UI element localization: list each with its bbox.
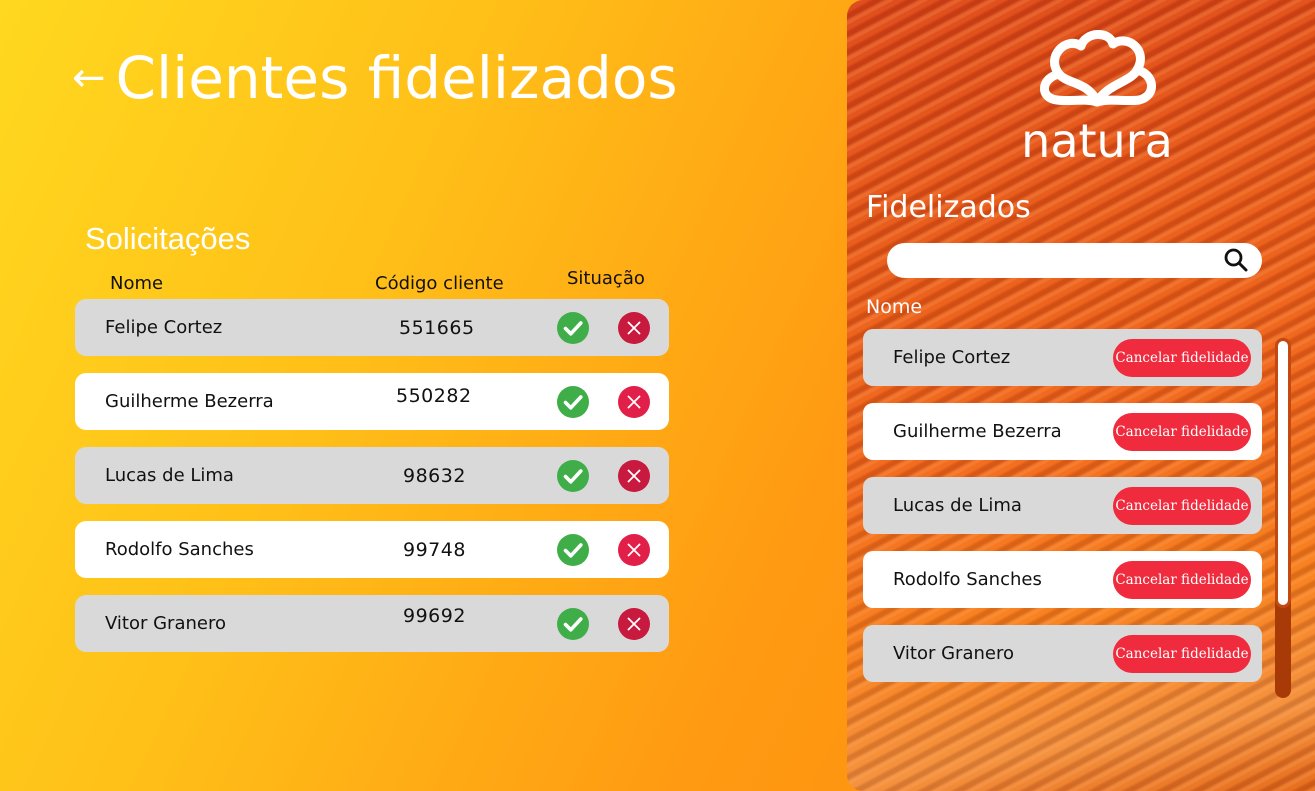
request-row: Lucas de Lima 98632	[75, 447, 669, 504]
brand-wordmark: natura	[1021, 114, 1173, 162]
request-row: Guilherme Bezerra 550282	[75, 373, 669, 430]
accept-check-icon[interactable]	[557, 607, 589, 640]
accept-check-icon[interactable]	[557, 311, 589, 344]
cancel-fidelity-button[interactable]: Cancelar fidelidade	[1113, 635, 1251, 673]
fidelizado-name: Rodolfo Sanches	[893, 569, 1042, 590]
reject-x-icon[interactable]	[618, 459, 650, 492]
fidelizado-row: Felipe Cortez Cancelar fidelidade	[863, 329, 1262, 386]
fidelizado-name: Vitor Granero	[893, 643, 1014, 664]
fidelizado-row: Guilherme Bezerra Cancelar fidelidade	[863, 403, 1262, 460]
cancel-fidelity-button[interactable]: Cancelar fidelidade	[1113, 413, 1251, 451]
natura-logo: natura	[1021, 30, 1173, 162]
request-name: Lucas de Lima	[105, 465, 234, 486]
request-name: Felipe Cortez	[105, 317, 223, 338]
request-name: Rodolfo Sanches	[105, 539, 254, 560]
fidelizado-row: Rodolfo Sanches Cancelar fidelidade	[863, 551, 1262, 608]
fidelizado-row: Vitor Granero Cancelar fidelidade	[863, 625, 1262, 682]
search-icon[interactable]	[1223, 247, 1249, 273]
accept-check-icon[interactable]	[557, 459, 589, 492]
reject-x-icon[interactable]	[618, 533, 650, 566]
fidelizado-name: Guilherme Bezerra	[893, 421, 1062, 442]
request-name: Guilherme Bezerra	[105, 391, 274, 412]
scrollbar-thumb[interactable]	[1275, 338, 1291, 608]
cancel-fidelity-button[interactable]: Cancelar fidelidade	[1113, 339, 1251, 377]
request-code: 550282	[396, 385, 472, 407]
reject-x-icon[interactable]	[618, 607, 650, 640]
search-input[interactable]	[887, 243, 1262, 278]
fidelizados-title: Fidelizados	[866, 190, 1031, 225]
accept-check-icon[interactable]	[557, 385, 589, 418]
request-row: Rodolfo Sanches 99748	[75, 521, 669, 578]
fidelizado-row: Lucas de Lima Cancelar fidelidade	[863, 477, 1262, 534]
requests-title: Solicitações	[85, 221, 251, 256]
request-code: 99692	[403, 605, 466, 627]
reject-x-icon[interactable]	[618, 311, 650, 344]
page-title: Clientes fidelizados	[115, 44, 678, 112]
main-panel: ← Clientes fidelizados Solicitações Nome…	[0, 0, 850, 791]
page-header: ← Clientes fidelizados	[72, 44, 678, 112]
cancel-fidelity-button[interactable]: Cancelar fidelidade	[1113, 561, 1251, 599]
back-arrow-icon[interactable]: ←	[72, 58, 106, 98]
accept-check-icon[interactable]	[557, 533, 589, 566]
reject-x-icon[interactable]	[618, 385, 650, 418]
request-code: 551665	[399, 316, 475, 339]
request-row: Vitor Granero 99692	[75, 595, 669, 652]
column-header-name: Nome	[110, 273, 164, 294]
fidelizado-name: Felipe Cortez	[893, 347, 1011, 368]
cancel-fidelity-button[interactable]: Cancelar fidelidade	[1113, 487, 1251, 525]
column-header-status: Situação	[567, 268, 645, 289]
request-name: Vitor Granero	[105, 613, 226, 634]
request-code: 98632	[403, 464, 466, 487]
request-row: Felipe Cortez 551665	[75, 299, 669, 356]
fidelizados-panel: natura Fidelizados Nome Felipe Cortez Ca…	[847, 0, 1315, 791]
column-header-name: Nome	[866, 296, 923, 318]
request-code: 99748	[403, 538, 466, 561]
column-header-code: Código cliente	[375, 273, 504, 294]
fidelizado-name: Lucas de Lima	[893, 495, 1022, 516]
